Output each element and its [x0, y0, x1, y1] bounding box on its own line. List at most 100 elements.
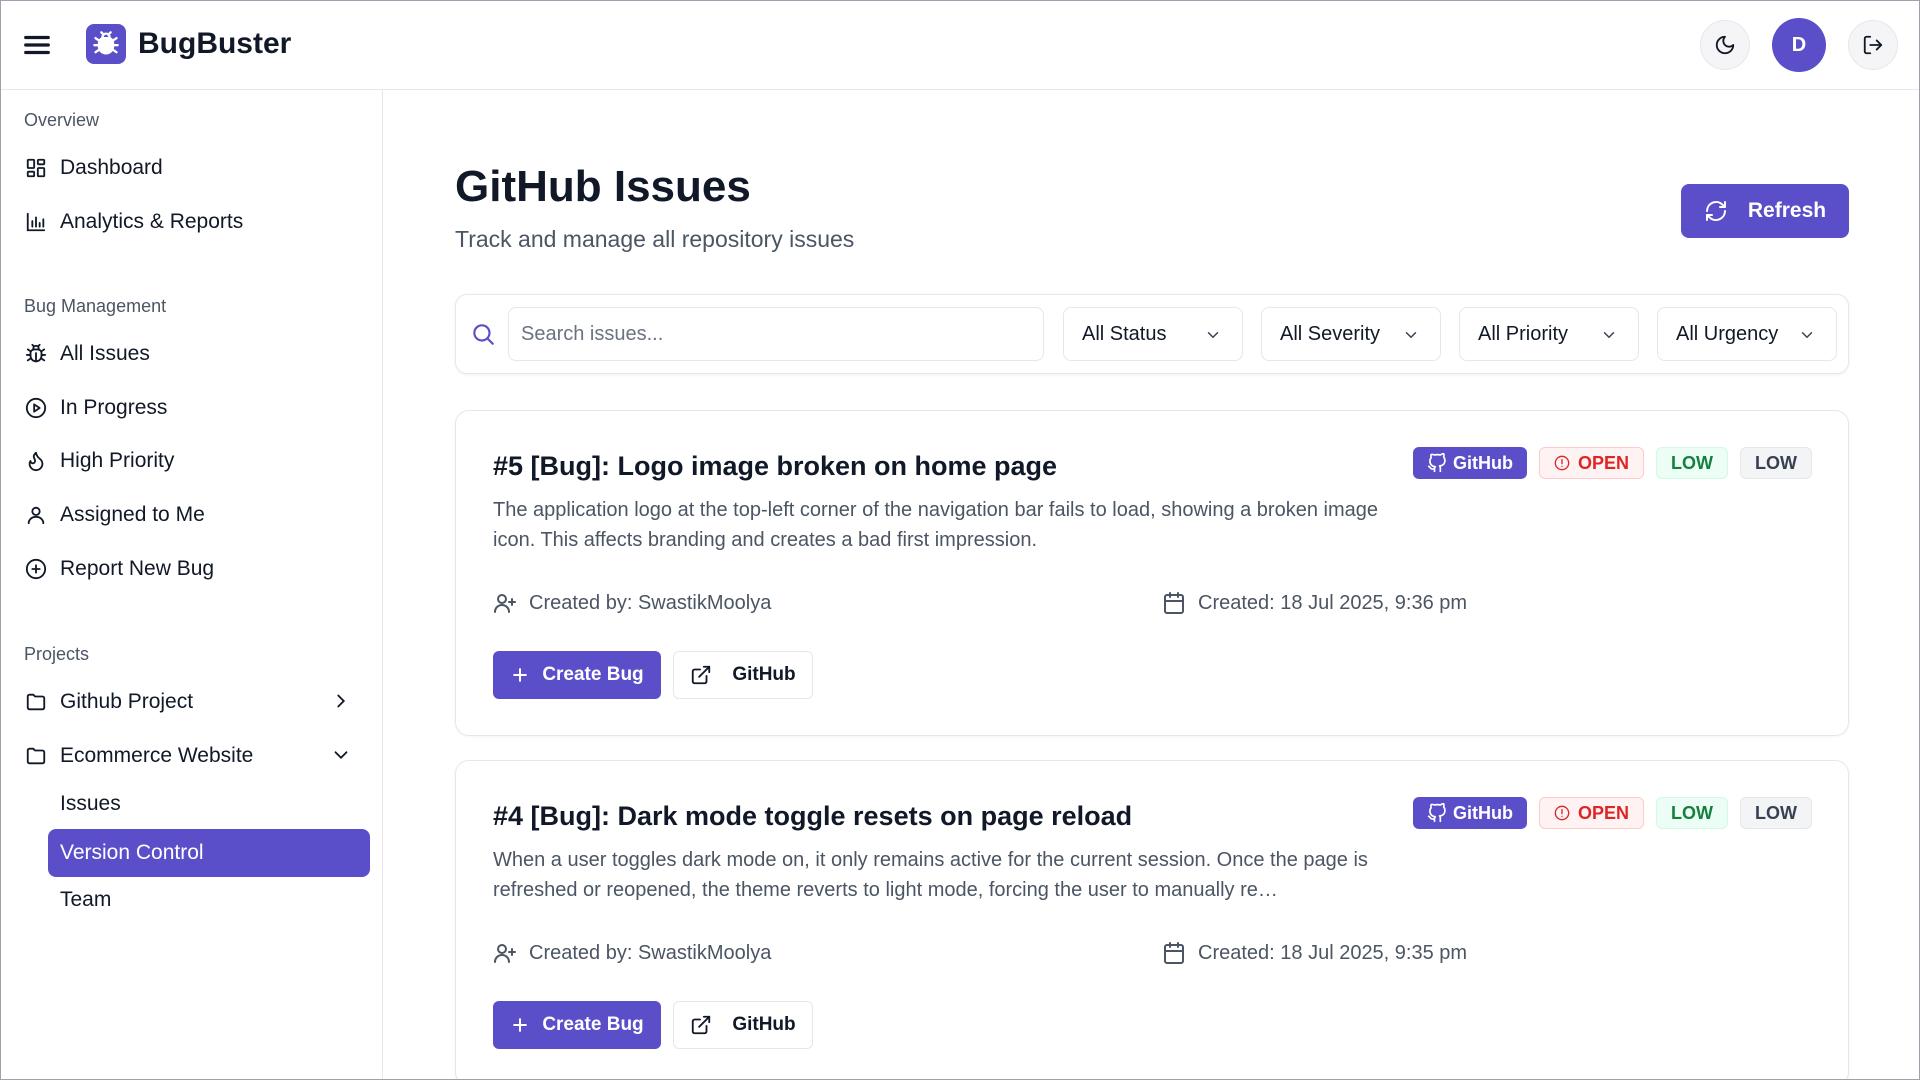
- open-github-button[interactable]: GitHub: [673, 1001, 813, 1049]
- sidebar-item-high-priority[interactable]: High Priority: [24, 441, 358, 481]
- dashboard-icon: [24, 156, 48, 180]
- flame-icon: [24, 449, 48, 473]
- sidebar: Overview Dashboard Analytics & Reports B…: [0, 90, 383, 1080]
- issue-description: The application logo at the top-left cor…: [493, 499, 1378, 551]
- bug-logo-icon: [86, 24, 126, 64]
- priority-filter-select[interactable]: All Priority: [1459, 307, 1639, 361]
- app-name: BugBuster: [138, 27, 292, 60]
- sidebar-item-label: Ecommerce Website: [60, 744, 254, 767]
- sidebar-item-analytics[interactable]: Analytics & Reports: [24, 202, 358, 242]
- sidebar-subitem-team[interactable]: Team: [48, 876, 370, 924]
- urgency-filter-value: All Urgency: [1676, 322, 1779, 345]
- sidebar-item-label: Analytics & Reports: [60, 210, 244, 233]
- calendar-icon: [1164, 592, 1184, 614]
- moon-icon: [1715, 35, 1735, 55]
- bar-chart-icon: [24, 210, 48, 234]
- logout-button[interactable]: [1848, 20, 1898, 70]
- created-date-text: Created: 18 Jul 2025, 9:36 pm: [1198, 591, 1468, 614]
- sidebar-item-report-new-bug[interactable]: Report New Bug: [24, 549, 358, 589]
- sidebar-subitem-version-control[interactable]: Version Control: [48, 829, 370, 877]
- status-filter-select[interactable]: All Status: [1063, 307, 1243, 361]
- section-title-overview: Overview: [24, 110, 100, 130]
- status-badge: OPEN: [1538, 447, 1644, 479]
- sidebar-item-label: Github Project: [60, 690, 194, 713]
- sidebar-item-label: All Issues: [60, 342, 150, 365]
- search-icon: [470, 321, 496, 352]
- chevron-right-icon[interactable]: [330, 690, 352, 718]
- alert-circle-icon: [1554, 455, 1570, 471]
- issue-title[interactable]: #4 [Bug]: Dark mode toggle resets on pag…: [493, 801, 1132, 832]
- issue-title[interactable]: #5 [Bug]: Logo image broken on home page: [493, 451, 1057, 482]
- search-input[interactable]: [508, 307, 1044, 361]
- sidebar-item-label: In Progress: [60, 396, 168, 419]
- user-icon: [24, 503, 48, 527]
- sidebar-item-label: Dashboard: [60, 156, 163, 179]
- priority-badge: LOW: [1740, 797, 1812, 829]
- theme-toggle-button[interactable]: [1700, 20, 1750, 70]
- badge-label: OPEN: [1577, 802, 1629, 823]
- brand[interactable]: BugBuster: [86, 24, 291, 64]
- create-bug-label: Create Bug: [542, 1014, 644, 1035]
- bug-icon: [24, 342, 48, 366]
- severity-badge: LOW: [1656, 797, 1728, 829]
- page-title: GitHub Issues: [455, 162, 751, 211]
- chevron-down-icon[interactable]: [330, 744, 352, 772]
- created-date: Created: 18 Jul 2025, 9:36 pm: [1162, 591, 1467, 615]
- sidebar-subitem-issues[interactable]: Issues: [48, 780, 370, 828]
- severity-badge: LOW: [1656, 447, 1728, 479]
- calendar-icon: [1164, 942, 1184, 964]
- issue-badges: GitHub OPEN LOW LOW: [1401, 447, 1812, 479]
- priority-badge: LOW: [1740, 447, 1812, 479]
- chevron-down-icon: [1798, 326, 1816, 350]
- sidebar-item-ecommerce-website[interactable]: Ecommerce Website: [24, 736, 358, 776]
- issue-card: #5 [Bug]: Logo image broken on home page…: [455, 410, 1849, 736]
- github-source-badge[interactable]: GitHub: [1412, 797, 1527, 829]
- created-date-text: Created: 18 Jul 2025, 9:35 pm: [1198, 941, 1468, 964]
- created-by-text: Created by: SwastikMoolya: [529, 941, 772, 964]
- refresh-icon: [1705, 201, 1726, 221]
- sidebar-item-all-issues[interactable]: All Issues: [24, 334, 358, 374]
- menu-icon[interactable]: [22, 30, 52, 60]
- urgency-filter-select[interactable]: All Urgency: [1657, 307, 1837, 361]
- folder-icon: [24, 744, 48, 768]
- sidebar-item-label: Report New Bug: [60, 557, 215, 580]
- issue-card: #4 [Bug]: Dark mode toggle resets on pag…: [455, 760, 1849, 1080]
- avatar[interactable]: D: [1772, 18, 1826, 72]
- sidebar-item-assigned-to-me[interactable]: Assigned to Me: [24, 495, 358, 535]
- severity-filter-value: All Severity: [1280, 322, 1381, 345]
- sidebar-item-in-progress[interactable]: In Progress: [24, 388, 358, 428]
- create-bug-button[interactable]: Create Bug: [493, 1001, 661, 1049]
- refresh-button[interactable]: Refresh: [1681, 184, 1849, 238]
- plus-circle-icon: [24, 557, 48, 581]
- plus-icon: [513, 668, 528, 682]
- issue-badges: GitHub OPEN LOW LOW: [1401, 797, 1812, 829]
- badge-label: OPEN: [1577, 452, 1629, 473]
- chevron-down-icon: [1204, 326, 1222, 350]
- badge-label: GitHub: [1452, 452, 1513, 473]
- page-subtitle: Track and manage all repository issues: [455, 226, 855, 252]
- user-plus-icon: [494, 944, 516, 963]
- priority-filter-value: All Priority: [1478, 322, 1569, 345]
- create-bug-label: Create Bug: [542, 664, 644, 685]
- external-link-icon: [692, 1015, 711, 1035]
- create-bug-button[interactable]: Create Bug: [493, 651, 661, 699]
- folder-icon: [24, 690, 48, 714]
- sidebar-item-github-project[interactable]: Github Project: [24, 682, 358, 722]
- github-source-badge[interactable]: GitHub: [1412, 447, 1527, 479]
- created-by-text: Created by: SwastikMoolya: [529, 591, 772, 614]
- main-content: GitHub Issues Track and manage all repos…: [384, 90, 1920, 1080]
- github-button-label: GitHub: [732, 664, 796, 685]
- created-date: Created: 18 Jul 2025, 9:35 pm: [1162, 941, 1467, 965]
- created-by: Created by: SwastikMoolya: [493, 591, 771, 615]
- open-github-button[interactable]: GitHub: [673, 651, 813, 699]
- github-button-label: GitHub: [732, 1014, 796, 1035]
- user-plus-icon: [494, 594, 516, 613]
- chevron-down-icon: [1600, 326, 1618, 350]
- github-icon: [1427, 803, 1446, 823]
- sidebar-item-label: Assigned to Me: [60, 503, 205, 526]
- severity-filter-select[interactable]: All Severity: [1261, 307, 1441, 361]
- refresh-label: Refresh: [1747, 199, 1827, 222]
- sidebar-item-dashboard[interactable]: Dashboard: [24, 148, 358, 188]
- alert-circle-icon: [1554, 805, 1570, 821]
- logout-icon: [1863, 35, 1883, 55]
